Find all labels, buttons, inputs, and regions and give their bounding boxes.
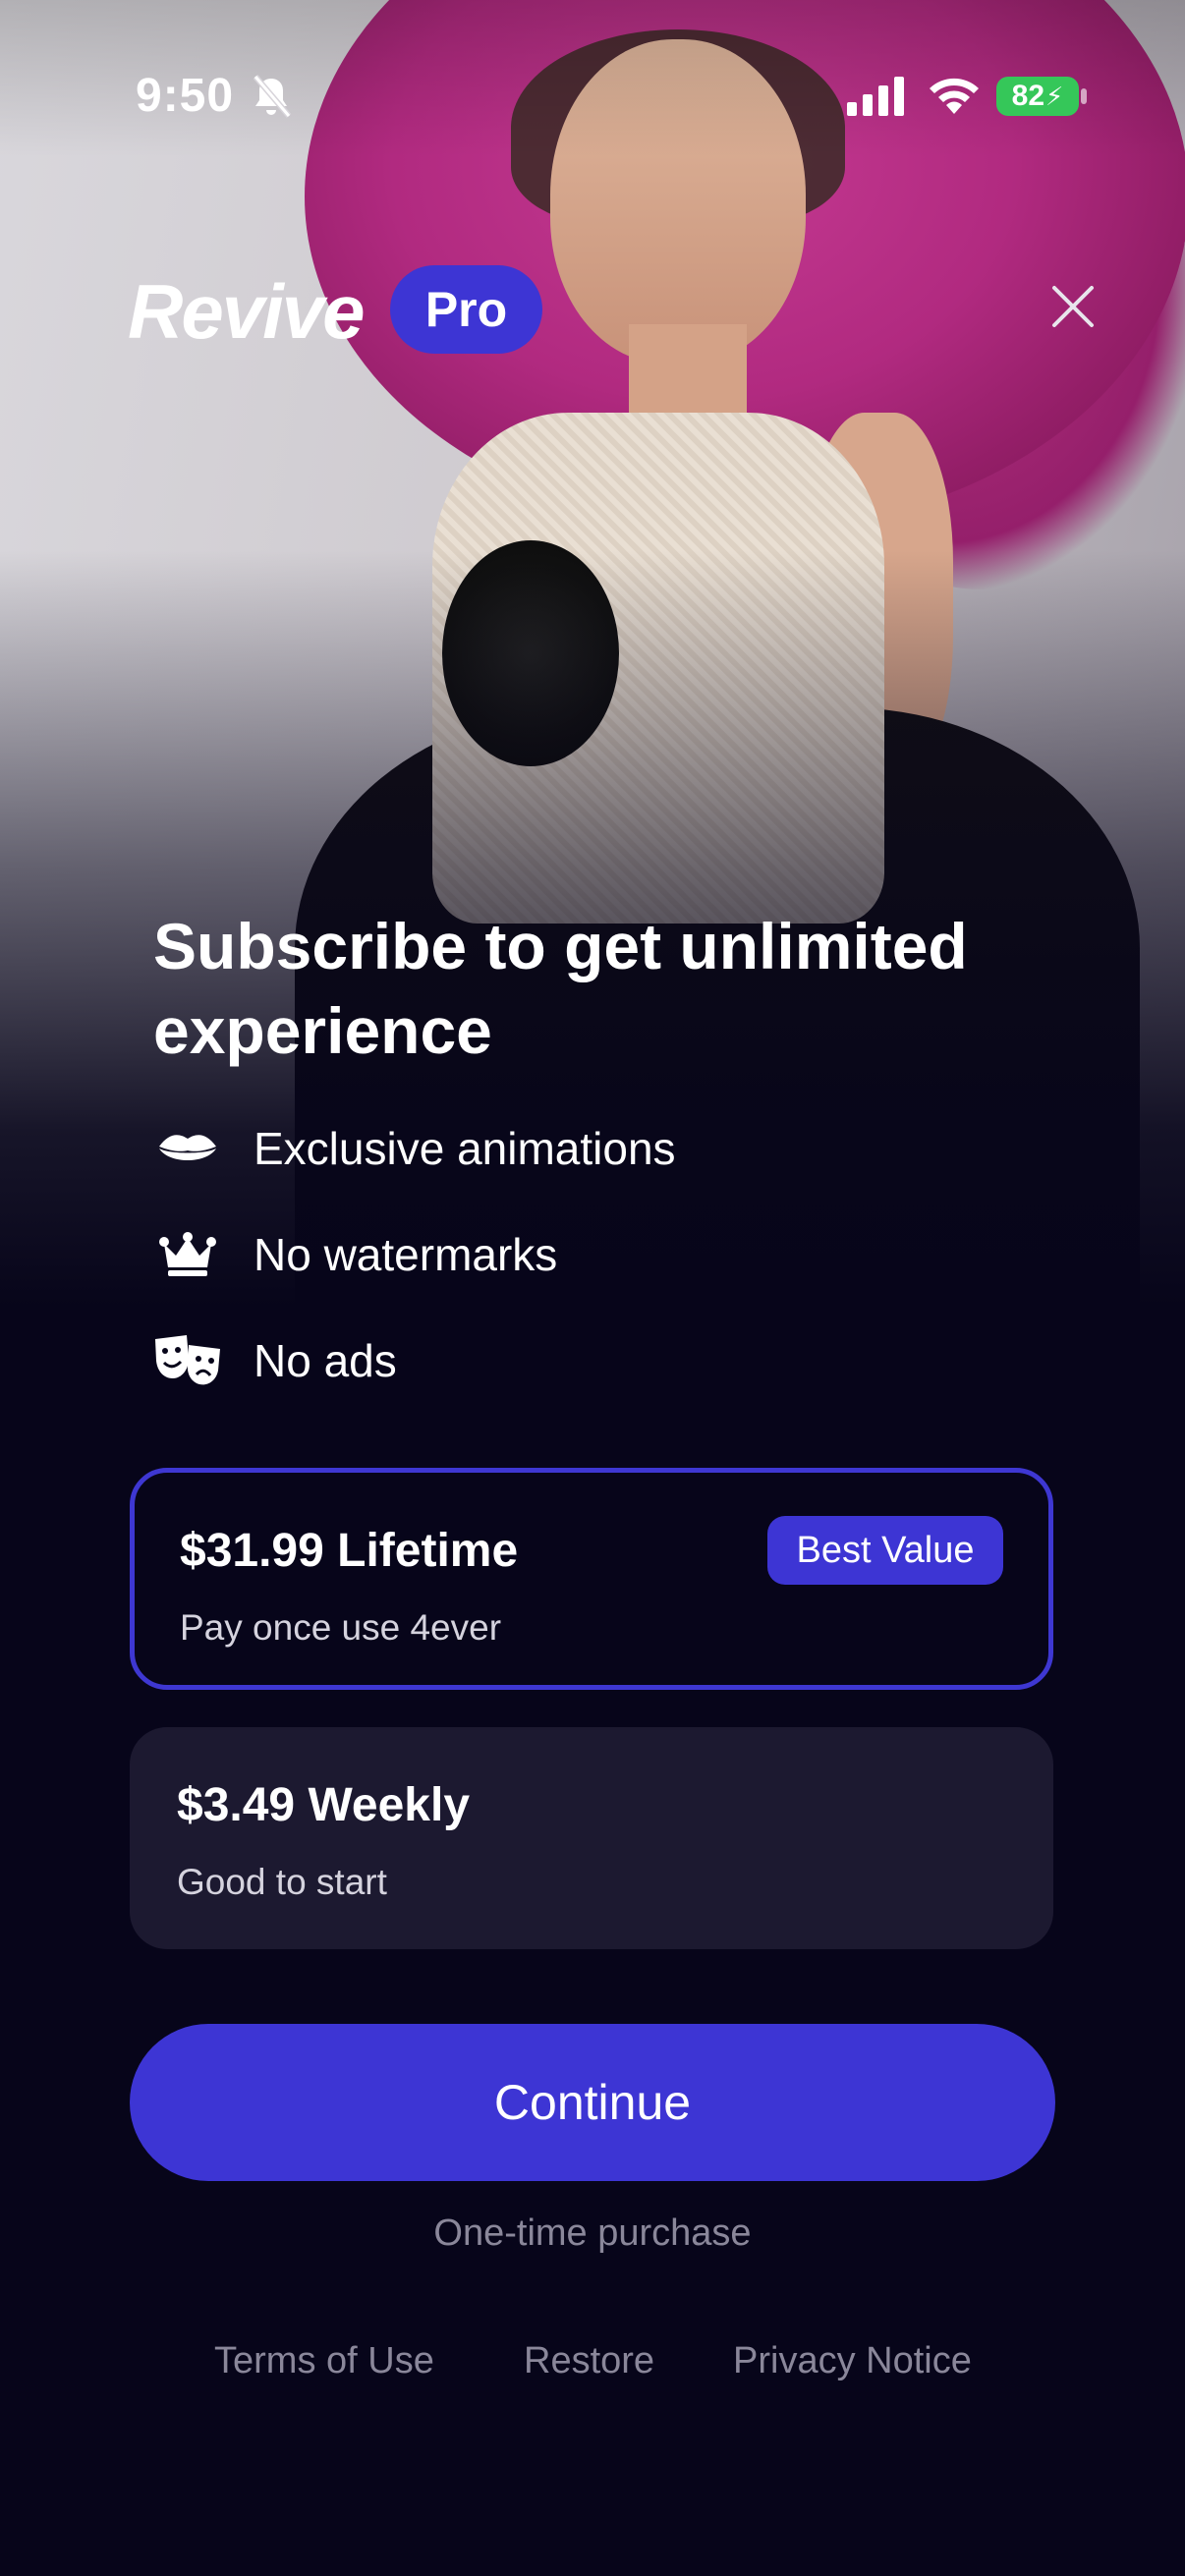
feature-item: Exclusive animations	[153, 1114, 676, 1183]
headline: Subscribe to get unlimited experience	[153, 910, 968, 1067]
close-icon	[1052, 286, 1094, 327]
feature-item: No watermarks	[153, 1220, 557, 1289]
app-logo: Revive	[128, 268, 366, 355]
feature-label: No watermarks	[254, 1229, 558, 1280]
plan-option-lifetime[interactable]: $31.99 Lifetime Pay once use 4ever Best …	[130, 1468, 1053, 1690]
charging-bolt-icon: ⚡	[1045, 81, 1064, 111]
privacy-notice-link[interactable]: Privacy Notice	[733, 2340, 972, 2382]
best-value-badge: Best Value	[767, 1516, 1003, 1585]
theater-masks-icon	[153, 1326, 222, 1395]
wifi-icon	[928, 71, 981, 121]
plan-subtitle: Good to start	[177, 1862, 387, 1902]
signal-icon	[847, 77, 906, 121]
status-time: 9:50	[136, 70, 235, 122]
terms-of-use-link[interactable]: Terms of Use	[214, 2340, 434, 2382]
bell-slash-icon	[250, 73, 293, 125]
continue-button[interactable]: Continue	[130, 2024, 1055, 2181]
purchase-note: One-time purchase	[433, 2212, 752, 2254]
restore-link[interactable]: Restore	[524, 2340, 654, 2382]
plan-title: $3.49 Weekly	[177, 1779, 471, 1831]
plan-subtitle: Pay once use 4ever	[180, 1607, 502, 1648]
close-button[interactable]	[1045, 279, 1100, 334]
battery-level: 82	[1011, 80, 1045, 112]
battery-indicator: 82 ⚡	[996, 77, 1079, 116]
pro-badge: Pro	[390, 265, 542, 354]
feature-label: No ads	[254, 1335, 397, 1386]
battery-cap	[1081, 88, 1087, 104]
crown-icon	[153, 1220, 222, 1289]
lips-icon	[153, 1114, 222, 1183]
plan-option-weekly[interactable]: $3.49 Weekly Good to start	[130, 1727, 1053, 1949]
feature-label: Exclusive animations	[254, 1123, 676, 1174]
feature-item: No ads	[153, 1326, 397, 1395]
